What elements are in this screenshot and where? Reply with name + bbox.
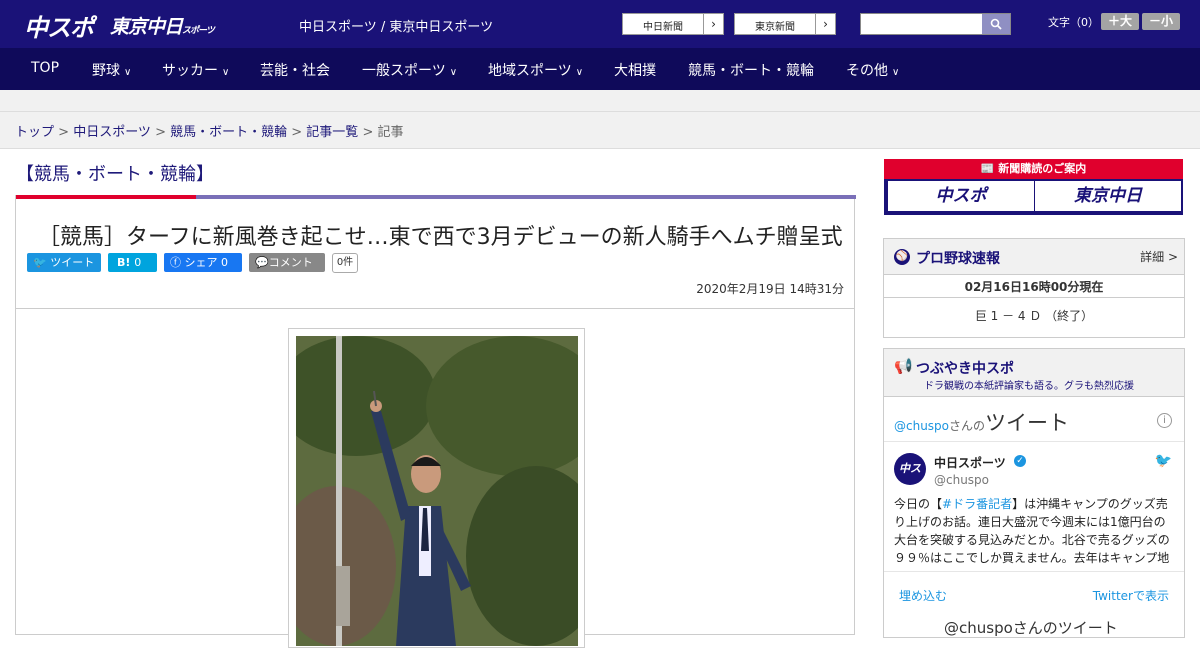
breadcrumb-racing[interactable]: 競馬・ボート・競輪 bbox=[170, 125, 287, 140]
subscription-banner[interactable]: 📰 新聞購読のご案内 中スポ 東京中日 bbox=[884, 159, 1183, 215]
timeline-heading: @chuspoさんのツイート bbox=[894, 411, 1070, 435]
font-smaller-button[interactable]: －小 bbox=[1142, 13, 1180, 30]
site-header: 中スポ 東京中日スポーツ 中日スポーツ / 東京中日スポーツ 中日新聞 › 東京新… bbox=[0, 0, 1200, 48]
divider bbox=[884, 571, 1184, 572]
tweet-user-name[interactable]: 中日スポーツ bbox=[934, 454, 1006, 471]
tweet-body: 今日の【#ドラ番記者】は沖縄キャンプのグッズ売り上げのお話。連日大盛況で今週末に… bbox=[894, 497, 1170, 565]
divider bbox=[16, 308, 854, 309]
breadcrumb-separator: > bbox=[150, 125, 171, 140]
baseball-header: ⚾ プロ野球速報 詳細 > bbox=[884, 239, 1184, 275]
hatena-button[interactable]: B! 0 bbox=[108, 253, 157, 272]
score-time: 02月16日16時00分現在 bbox=[884, 276, 1184, 298]
baseball-details-link[interactable]: 詳細 > bbox=[1140, 248, 1178, 265]
search-icon bbox=[990, 18, 1002, 30]
chevron-down-icon: ∨ bbox=[449, 67, 458, 78]
twitter-bird-icon: 🐦 bbox=[1154, 453, 1172, 469]
baseball-icon: ⚾ bbox=[894, 249, 910, 265]
breadcrumb: トップ > 中日スポーツ > 競馬・ボート・競輪 > 記事一覧 > 記事 bbox=[0, 112, 1200, 149]
font-size-label: 文字（0） bbox=[1048, 16, 1099, 29]
subscription-title: 📰 新聞購読のご案内 bbox=[884, 159, 1183, 179]
breadcrumb-top[interactable]: トップ bbox=[15, 125, 54, 140]
search-box bbox=[860, 13, 1011, 35]
chunichi-shimbun-button[interactable]: 中日新聞 › bbox=[622, 13, 724, 35]
view-on-twitter-link[interactable]: Twitterで表示 bbox=[1093, 587, 1169, 604]
font-larger-button[interactable]: ＋大 bbox=[1101, 13, 1139, 30]
twitter-widget: 📢 つぶやき中スポ ドラ観戦の本紙評論家も語る。グラも熱烈応援 @chuspoさ… bbox=[883, 348, 1185, 638]
nav-soccer[interactable]: サッカー ∨ bbox=[162, 60, 229, 80]
breadcrumb-separator: > bbox=[358, 125, 378, 140]
chuspo-logo[interactable]: 中スポ bbox=[24, 8, 94, 43]
nav-general-sports[interactable]: 一般スポーツ ∨ bbox=[362, 60, 457, 80]
facebook-icon: ⓕ bbox=[170, 256, 181, 269]
article-date: 2020年2月19日 14時31分 bbox=[696, 282, 844, 296]
score-result[interactable]: 巨 1 － 4 Ｄ （終了） bbox=[884, 307, 1184, 324]
tokyo-chunichi-subscribe-button[interactable]: 東京中日 bbox=[1035, 181, 1181, 211]
facebook-share-button[interactable]: ⓕ シェア 0 bbox=[164, 253, 242, 272]
nav-other[interactable]: その他 ∨ bbox=[846, 60, 899, 80]
chevron-right-icon: › bbox=[703, 14, 723, 34]
info-icon[interactable]: i bbox=[1157, 413, 1172, 428]
tokyo-chunichi-logo[interactable]: 東京中日スポーツ bbox=[110, 12, 215, 39]
main-nav: TOP 野球 ∨ サッカー ∨ 芸能・社会 一般スポーツ ∨ 地域スポーツ ∨ 大相撲 … bbox=[0, 48, 1200, 90]
hashtag-link[interactable]: #ドラ番記者 bbox=[942, 497, 1012, 511]
breadcrumb-separator: > bbox=[54, 125, 74, 140]
divider bbox=[884, 441, 1184, 442]
verified-icon: ✓ bbox=[1014, 455, 1026, 467]
article-title: ［競馬］ターフに新風巻き起こせ…東で西で3月デビューの新人騎手へムチ贈呈式 bbox=[38, 225, 843, 250]
tweet-button[interactable]: 🐦 ツイート bbox=[27, 253, 101, 272]
baseball-title: プロ野球速報 bbox=[916, 251, 1000, 267]
article: ［競馬］ターフに新風巻き起こせ…東で西で3月デビューの新人騎手へムチ贈呈式 🐦 … bbox=[15, 195, 856, 648]
twitter-title: つぶやき中スポ bbox=[916, 361, 1014, 377]
megaphone-icon: 📢 bbox=[894, 357, 913, 375]
chevron-down-icon: ∨ bbox=[892, 67, 900, 78]
nav-racing[interactable]: 競馬・ボート・競輪 bbox=[688, 60, 814, 80]
tokyo-shimbun-button[interactable]: 東京新聞 › bbox=[734, 13, 836, 35]
chevron-down-icon: ∨ bbox=[222, 67, 230, 78]
nav-baseball[interactable]: 野球 ∨ bbox=[92, 60, 131, 80]
article-top-border bbox=[16, 195, 856, 199]
search-button[interactable] bbox=[982, 14, 1010, 34]
twitter-subtitle: ドラ観戦の本紙評論家も語る。グラも熱烈応援 bbox=[924, 381, 1134, 392]
newspaper-icon: 📰 bbox=[980, 162, 995, 175]
site-title[interactable]: 中日スポーツ / 東京中日スポーツ bbox=[299, 16, 493, 35]
timeline-footer[interactable]: @chuspoさんのツイート bbox=[944, 617, 1118, 638]
baseball-score-box: ⚾ プロ野球速報 詳細 > 02月16日16時00分現在 巨 1 － 4 Ｄ （… bbox=[883, 238, 1185, 338]
avatar[interactable]: 中ス bbox=[894, 453, 926, 485]
section-title: 【競馬・ボート・競輪】 bbox=[16, 164, 214, 185]
twitter-header: 📢 つぶやき中スポ ドラ観戦の本紙評論家も語る。グラも熱烈応援 bbox=[884, 349, 1184, 397]
breadcrumb-article-list[interactable]: 記事一覧 bbox=[306, 125, 358, 140]
nav-top[interactable]: TOP bbox=[31, 60, 59, 76]
tweet-user-handle[interactable]: @chuspo bbox=[934, 473, 989, 487]
chevron-down-icon: ∨ bbox=[124, 67, 132, 78]
nav-regional-sports[interactable]: 地域スポーツ ∨ bbox=[488, 60, 583, 80]
twitter-icon: 🐦 bbox=[33, 256, 47, 269]
chuspo-subscribe-button[interactable]: 中スポ bbox=[888, 181, 1034, 211]
nav-sumo[interactable]: 大相撲 bbox=[614, 60, 656, 80]
chevron-right-icon: › bbox=[815, 14, 835, 34]
comment-count: 0件 bbox=[332, 253, 358, 273]
breadcrumb-current: 記事 bbox=[377, 125, 404, 140]
embed-link[interactable]: 埋め込む bbox=[899, 587, 947, 604]
comment-button[interactable]: 💬コメント bbox=[249, 253, 325, 272]
speech-bubble-icon: 💬 bbox=[255, 256, 269, 269]
subnav-bar bbox=[0, 90, 1200, 112]
search-input[interactable] bbox=[861, 14, 982, 34]
nav-entertainment[interactable]: 芸能・社会 bbox=[260, 60, 330, 80]
breadcrumb-separator: > bbox=[287, 125, 307, 140]
article-photo[interactable] bbox=[288, 328, 585, 648]
breadcrumb-chunichi-sports[interactable]: 中日スポーツ bbox=[73, 125, 151, 140]
jockey-photo bbox=[296, 336, 578, 646]
chevron-down-icon: ∨ bbox=[575, 67, 584, 78]
